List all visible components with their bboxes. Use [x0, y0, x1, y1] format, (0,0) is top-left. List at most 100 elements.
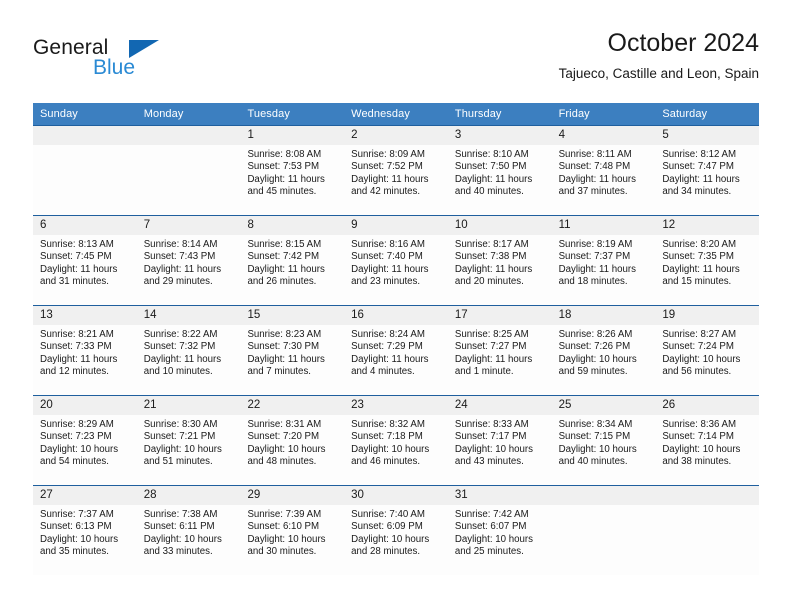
day-number-band: 6 7 8 9 10 11 12 [33, 216, 759, 235]
sunrise-text: Sunrise: 8:23 AM [247, 329, 322, 340]
day-number[interactable] [137, 126, 241, 145]
daylight-text-line2: and 25 minutes. [454, 546, 524, 558]
day-number[interactable]: 14 [137, 306, 241, 325]
daylight-text-line1: Daylight: 11 hours [247, 353, 325, 365]
day-number[interactable]: 10 [448, 216, 552, 235]
day-number[interactable]: 11 [552, 216, 656, 235]
day-number[interactable]: 17 [448, 306, 552, 325]
daylight-text-line2: and 40 minutes. [454, 186, 524, 198]
day-number[interactable]: 4 [552, 126, 656, 145]
day-number[interactable]: 16 [344, 306, 448, 325]
day-number[interactable]: 31 [448, 486, 552, 505]
page-title: October 2024 [607, 29, 760, 57]
title-block: October 2024 Tajueco, Castille and Leon,… [559, 28, 759, 81]
day-cell: Sunrise: 7:40 AM Sunset: 6:09 PM Dayligh… [344, 505, 448, 575]
day-number[interactable] [552, 486, 656, 505]
daylight-text-line2: and 26 minutes. [247, 276, 317, 288]
sunrise-text: Sunrise: 8:11 AM [558, 149, 632, 160]
day-number[interactable]: 21 [137, 396, 241, 415]
day-number[interactable]: 8 [240, 216, 344, 235]
day-number[interactable]: 5 [655, 126, 759, 145]
day-number[interactable] [655, 486, 759, 505]
day-cell [552, 505, 656, 575]
sunset-text: Sunset: 7:21 PM [143, 431, 216, 443]
day-cell: Sunrise: 8:19 AM Sunset: 7:37 PM Dayligh… [552, 235, 656, 305]
daylight-text-line1: Daylight: 11 hours [247, 263, 325, 275]
daylight-text-line1: Daylight: 11 hours [662, 173, 740, 185]
day-number[interactable]: 29 [240, 486, 344, 505]
day-number[interactable]: 24 [448, 396, 552, 415]
weekday-header-row: Sunday Monday Tuesday Wednesday Thursday… [33, 103, 759, 125]
daylight-text-line1: Daylight: 11 hours [454, 173, 533, 185]
daylight-text-line2: and 4 minutes. [351, 366, 415, 378]
page-subtitle: Tajueco, Castille and Leon, Spain [558, 66, 759, 81]
daylight-text-line2: and 54 minutes. [40, 456, 109, 468]
day-number[interactable]: 28 [137, 486, 241, 505]
day-cell: Sunrise: 8:12 AM Sunset: 7:47 PM Dayligh… [655, 145, 759, 215]
sunrise-text: Sunrise: 8:29 AM [40, 419, 114, 430]
day-number[interactable]: 27 [33, 486, 137, 505]
weekday-tuesday: Tuesday [247, 108, 290, 120]
day-number[interactable]: 2 [344, 126, 448, 145]
day-detail-band: Sunrise: 8:21 AM Sunset: 7:33 PM Dayligh… [33, 325, 759, 395]
day-number[interactable]: 3 [448, 126, 552, 145]
sunrise-text: Sunrise: 8:22 AM [143, 329, 218, 340]
sunset-text: Sunset: 7:15 PM [558, 431, 631, 443]
sunset-text: Sunset: 7:18 PM [351, 431, 423, 443]
daylight-text-line1: Daylight: 10 hours [662, 443, 741, 455]
sunrise-text: Sunrise: 8:10 AM [454, 149, 529, 160]
daylight-text-line2: and 40 minutes. [558, 456, 628, 468]
week-row: 20 21 22 23 24 25 26 Sunrise: 8:29 AM Su… [33, 395, 759, 485]
day-detail-band: Sunrise: 8:08 AM Sunset: 7:53 PM Dayligh… [33, 145, 759, 215]
sunrise-text: Sunrise: 7:38 AM [143, 509, 218, 520]
week-row: 1 2 3 4 5 Sunrise: 8:08 AM Sunset: 7:53 … [33, 125, 759, 215]
sunset-text: Sunset: 7:27 PM [454, 341, 527, 353]
day-number[interactable]: 9 [344, 216, 448, 235]
day-number[interactable]: 20 [33, 396, 137, 415]
sunset-text: Sunset: 7:37 PM [558, 251, 631, 263]
sunset-text: Sunset: 7:52 PM [351, 161, 423, 173]
day-number[interactable]: 13 [33, 306, 137, 325]
daylight-text-line2: and 12 minutes. [40, 366, 109, 378]
day-number-band: 13 14 15 16 17 18 19 [33, 306, 759, 325]
day-number[interactable] [33, 126, 137, 145]
daylight-text-line2: and 35 minutes. [40, 546, 109, 558]
day-cell: Sunrise: 8:09 AM Sunset: 7:52 PM Dayligh… [344, 145, 448, 215]
day-cell: Sunrise: 8:27 AM Sunset: 7:24 PM Dayligh… [655, 325, 759, 395]
daylight-text-line2: and 46 minutes. [351, 456, 421, 468]
day-number[interactable]: 25 [552, 396, 656, 415]
day-number[interactable]: 22 [240, 396, 344, 415]
daylight-text-line1: Daylight: 11 hours [351, 173, 429, 185]
day-number[interactable]: 12 [655, 216, 759, 235]
daylight-text-line2: and 10 minutes. [143, 366, 213, 378]
sunset-text: Sunset: 7:48 PM [558, 161, 631, 173]
day-number[interactable]: 15 [240, 306, 344, 325]
day-cell: Sunrise: 8:14 AM Sunset: 7:43 PM Dayligh… [137, 235, 241, 305]
day-cell: Sunrise: 8:17 AM Sunset: 7:38 PM Dayligh… [448, 235, 552, 305]
sunrise-text: Sunrise: 7:40 AM [351, 509, 425, 520]
sunrise-text: Sunrise: 8:25 AM [454, 329, 529, 340]
day-number[interactable]: 1 [240, 126, 344, 145]
daylight-text-line1: Daylight: 10 hours [662, 353, 741, 365]
week-row: 27 28 29 30 31 Sunrise: 7:37 AM Sunset: … [33, 485, 759, 575]
weekday-monday: Monday [143, 108, 184, 120]
daylight-text-line1: Daylight: 10 hours [454, 533, 533, 545]
daylight-text-line2: and 56 minutes. [662, 366, 732, 378]
day-number[interactable]: 19 [655, 306, 759, 325]
day-number[interactable]: 23 [344, 396, 448, 415]
daylight-text-line2: and 33 minutes. [143, 546, 213, 558]
day-cell: Sunrise: 7:39 AM Sunset: 6:10 PM Dayligh… [240, 505, 344, 575]
day-cell: Sunrise: 8:10 AM Sunset: 7:50 PM Dayligh… [448, 145, 552, 215]
daylight-text-line1: Daylight: 10 hours [247, 443, 326, 455]
daylight-text-line2: and 23 minutes. [351, 276, 421, 288]
day-number[interactable]: 18 [552, 306, 656, 325]
day-number[interactable]: 7 [137, 216, 241, 235]
page-header: General Blue October 2024 Tajueco, Casti… [33, 28, 759, 94]
sunset-text: Sunset: 7:53 PM [247, 161, 320, 173]
weekday-saturday: Saturday [662, 108, 708, 120]
sunrise-text: Sunrise: 8:33 AM [454, 419, 529, 430]
day-number[interactable]: 6 [33, 216, 137, 235]
sunrise-text: Sunrise: 8:30 AM [143, 419, 218, 430]
day-number[interactable]: 26 [655, 396, 759, 415]
day-number[interactable]: 30 [344, 486, 448, 505]
